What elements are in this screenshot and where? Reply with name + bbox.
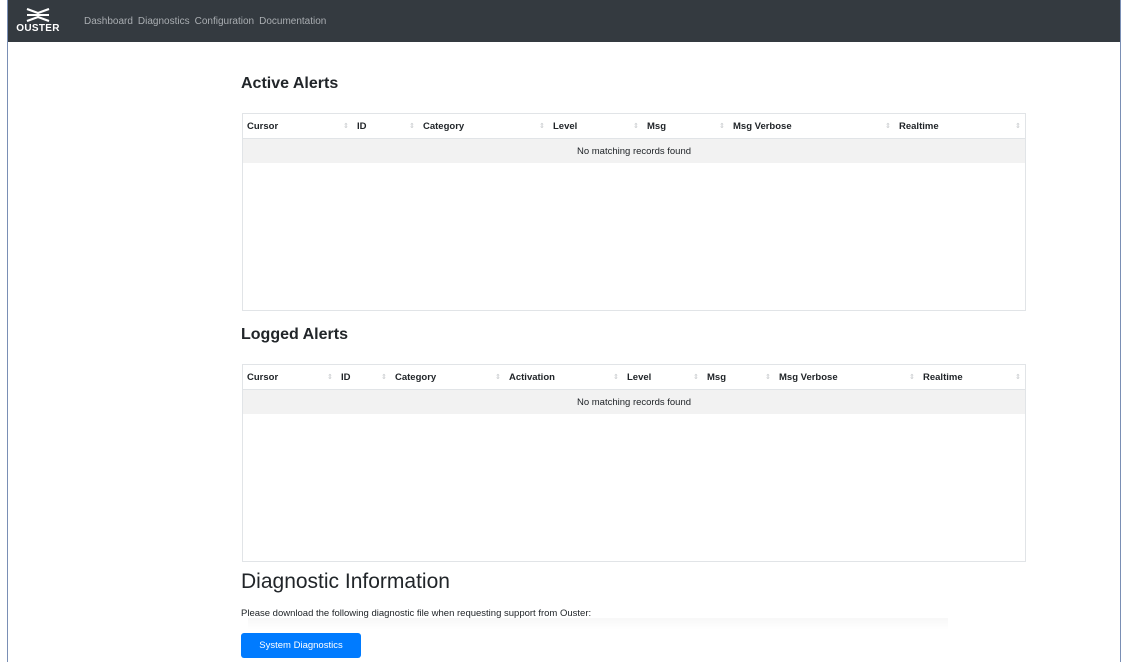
column-header-msg[interactable]: Msg — [647, 114, 666, 138]
column-header-activation[interactable]: Activation — [509, 365, 555, 389]
column-header-id[interactable]: ID — [357, 114, 367, 138]
divider — [248, 618, 948, 630]
nav-link-documentation[interactable]: Documentation — [259, 16, 326, 27]
active-alerts-title: Active Alerts — [241, 75, 339, 92]
column-header-realtime[interactable]: Realtime — [899, 114, 939, 138]
system-diagnostics-button[interactable]: System Diagnostics — [241, 633, 361, 658]
column-header-realtime[interactable]: Realtime — [923, 365, 963, 389]
ouster-logo[interactable]: OUSTER — [8, 0, 68, 42]
sort-icon: ⇕ — [343, 123, 349, 130]
sort-icon: ⇕ — [539, 123, 545, 130]
sort-icon: ⇕ — [719, 123, 725, 130]
sort-icon: ⇕ — [885, 123, 891, 130]
column-header-cursor[interactable]: Cursor — [247, 114, 278, 138]
sort-icon: ⇕ — [1015, 123, 1021, 130]
column-header-msg-verbose[interactable]: Msg Verbose — [779, 365, 838, 389]
diagnostic-information-title: Diagnostic Information — [241, 570, 450, 593]
nav-link-dashboard[interactable]: Dashboard — [84, 16, 133, 27]
sort-icon: ⇕ — [381, 374, 387, 381]
ouster-logo-icon — [26, 8, 50, 22]
logged-alerts-header-row: Cursor ⇕ ID ⇕ Category ⇕ Activation ⇕ Le… — [243, 365, 1025, 390]
active-alerts-header-row: Cursor ⇕ ID ⇕ Category ⇕ Level ⇕ Msg ⇕ M… — [243, 114, 1025, 139]
sort-icon: ⇕ — [495, 374, 501, 381]
sort-icon: ⇕ — [693, 374, 699, 381]
nav-link-diagnostics[interactable]: Diagnostics — [138, 16, 190, 27]
sort-icon: ⇕ — [613, 374, 619, 381]
nav-links: Dashboard Diagnostics Configuration Docu… — [84, 16, 331, 27]
column-header-category[interactable]: Category — [423, 114, 464, 138]
top-navbar: OUSTER Dashboard Diagnostics Configurati… — [8, 0, 1120, 42]
brand-name: OUSTER — [16, 23, 60, 34]
nav-link-configuration[interactable]: Configuration — [195, 16, 254, 27]
column-header-level[interactable]: Level — [627, 365, 651, 389]
sort-icon: ⇕ — [327, 374, 333, 381]
sort-icon: ⇕ — [1015, 374, 1021, 381]
active-alerts-table: Cursor ⇕ ID ⇕ Category ⇕ Level ⇕ Msg ⇕ M… — [242, 113, 1026, 311]
sort-icon: ⇕ — [909, 374, 915, 381]
empty-records-row: No matching records found — [243, 390, 1025, 414]
sort-icon: ⇕ — [765, 374, 771, 381]
column-header-cursor[interactable]: Cursor — [247, 365, 278, 389]
column-header-level[interactable]: Level — [553, 114, 577, 138]
sort-icon: ⇕ — [633, 123, 639, 130]
logged-alerts-title: Logged Alerts — [241, 326, 348, 343]
browser-frame: OUSTER Dashboard Diagnostics Configurati… — [7, 0, 1121, 662]
column-header-msg[interactable]: Msg — [707, 365, 726, 389]
sort-icon: ⇕ — [409, 123, 415, 130]
column-header-id[interactable]: ID — [341, 365, 351, 389]
empty-records-row: No matching records found — [243, 139, 1025, 163]
column-header-category[interactable]: Category — [395, 365, 436, 389]
logged-alerts-table: Cursor ⇕ ID ⇕ Category ⇕ Activation ⇕ Le… — [242, 364, 1026, 562]
column-header-msg-verbose[interactable]: Msg Verbose — [733, 114, 792, 138]
